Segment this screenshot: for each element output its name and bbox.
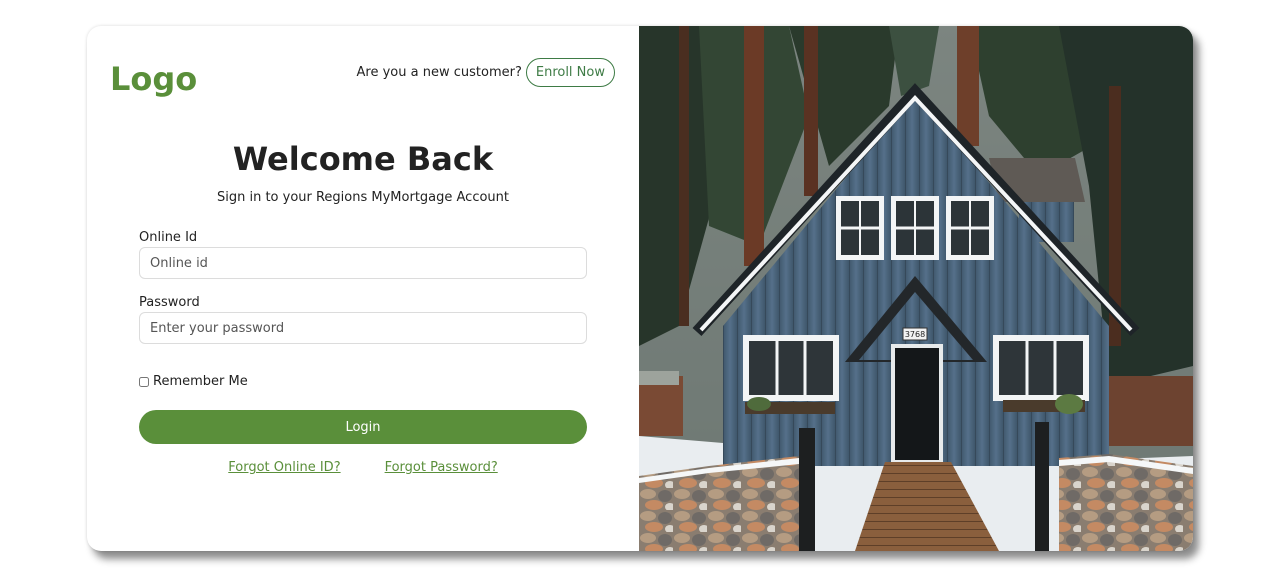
remember-me[interactable]: Remember Me — [139, 374, 248, 389]
new-customer-text: Are you a new customer? — [356, 65, 522, 80]
remember-me-label: Remember Me — [153, 374, 248, 389]
forgot-password-link[interactable]: Forgot Password? — [385, 460, 498, 475]
house-photo: 3768 — [639, 26, 1193, 551]
login-panel: Logo Are you a new customer? Enroll Now … — [87, 26, 639, 551]
hero-image: 3768 — [639, 26, 1193, 551]
online-id-input[interactable] — [139, 247, 587, 279]
remember-me-checkbox[interactable] — [139, 376, 149, 387]
password-label: Password — [139, 295, 200, 310]
login-card: Logo Are you a new customer? Enroll Now … — [87, 26, 1193, 551]
enroll-row: Are you a new customer? Enroll Now — [357, 58, 615, 87]
online-id-label: Online Id — [139, 230, 198, 245]
forgot-links: Forgot Online ID? Forgot Password? — [87, 460, 639, 475]
page-title: Welcome Back — [232, 140, 494, 178]
page-subtitle: Sign in to your Regions MyMortgage Accou… — [216, 190, 510, 205]
login-button[interactable]: Login — [139, 410, 587, 444]
logo[interactable]: Logo — [110, 60, 197, 98]
house-number: 3768 — [905, 330, 925, 339]
forgot-online-id-link[interactable]: Forgot Online ID? — [228, 460, 340, 475]
password-input[interactable] — [139, 312, 587, 344]
upper-windows — [836, 196, 994, 260]
enroll-now-button[interactable]: Enroll Now — [525, 58, 615, 87]
